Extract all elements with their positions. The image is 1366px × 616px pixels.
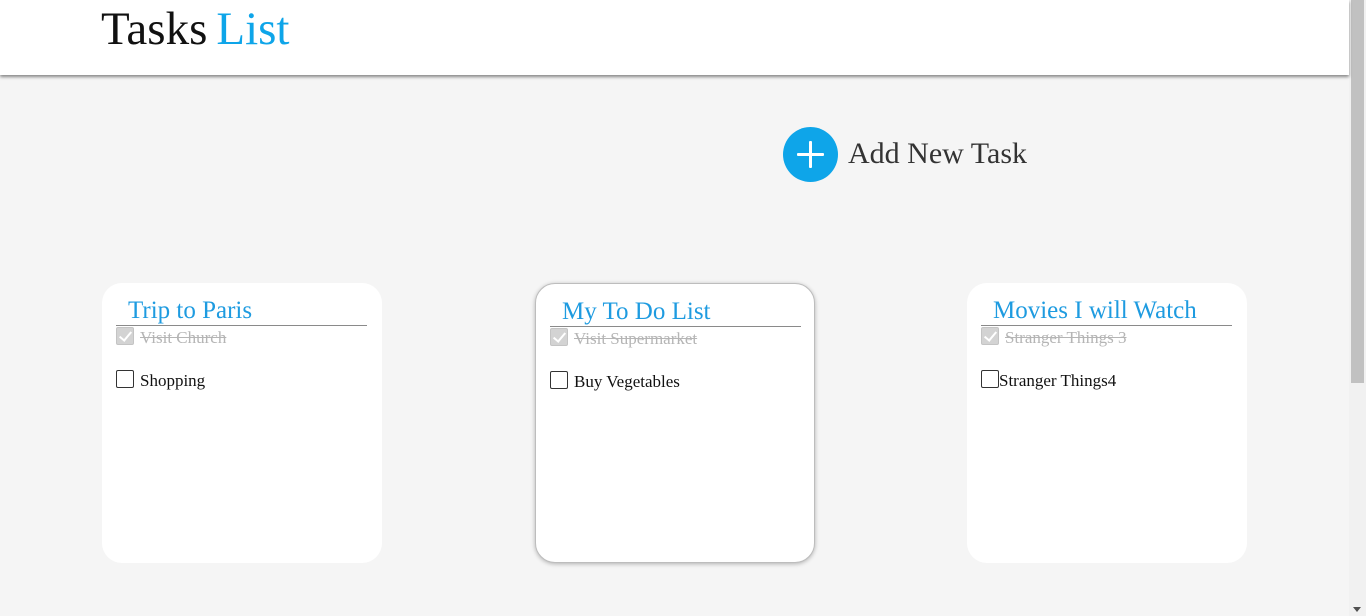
app-title-word-tasks: Tasks: [101, 3, 208, 55]
task-item[interactable]: Shopping: [116, 370, 206, 391]
task-item[interactable]: Stranger Things4: [981, 370, 1117, 391]
task-list-card-trip-to-paris: Trip to Paris Visit Church Shopping: [102, 283, 382, 563]
task-label: Visit Supermarket: [574, 329, 698, 348]
add-new-task-button[interactable]: Add New Task: [783, 126, 1027, 182]
task-item[interactable]: Visit Church: [116, 327, 227, 348]
scroll-down-arrow-icon[interactable]: [1353, 607, 1361, 612]
task-checkbox-checked[interactable]: [116, 327, 134, 345]
task-item[interactable]: Buy Vegetables: [550, 371, 680, 392]
scrollbar-thumb[interactable]: [1351, 0, 1364, 383]
task-label: Stranger Things 3: [1005, 328, 1127, 347]
task-label: Buy Vegetables: [574, 372, 680, 391]
task-label: Shopping: [140, 371, 206, 390]
plus-icon-vertical-bar: [809, 140, 812, 168]
plus-icon[interactable]: [783, 126, 838, 182]
top-bar: Tasks List: [0, 0, 1349, 75]
task-label: Stranger Things4: [999, 371, 1117, 390]
page: Tasks List Add New Task Trip to Paris Vis…: [0, 0, 1366, 616]
task-checkbox[interactable]: [550, 371, 568, 389]
task-list-title: Trip to Paris: [116, 296, 367, 326]
add-new-task-label[interactable]: Add New Task: [848, 137, 1027, 171]
task-label: Visit Church: [140, 328, 227, 347]
task-list-title: My To Do List: [550, 297, 801, 327]
task-item[interactable]: Stranger Things 3: [981, 327, 1127, 348]
vertical-scrollbar[interactable]: [1349, 0, 1366, 616]
task-list-card-movies-i-will-watch: Movies I will Watch Stranger Things 3 St…: [967, 283, 1247, 563]
task-list-title: Movies I will Watch: [981, 296, 1232, 326]
task-list-card-my-to-do-list: My To Do List Visit Supermarket Buy Vege…: [535, 283, 815, 563]
task-checkbox[interactable]: [116, 370, 134, 388]
task-checkbox-checked[interactable]: [550, 328, 568, 346]
app-title-word-list: List: [216, 3, 290, 55]
task-checkbox-checked[interactable]: [981, 327, 999, 345]
app-title: Tasks List: [101, 3, 290, 55]
task-checkbox[interactable]: [981, 370, 999, 388]
task-item[interactable]: Visit Supermarket: [550, 328, 698, 349]
